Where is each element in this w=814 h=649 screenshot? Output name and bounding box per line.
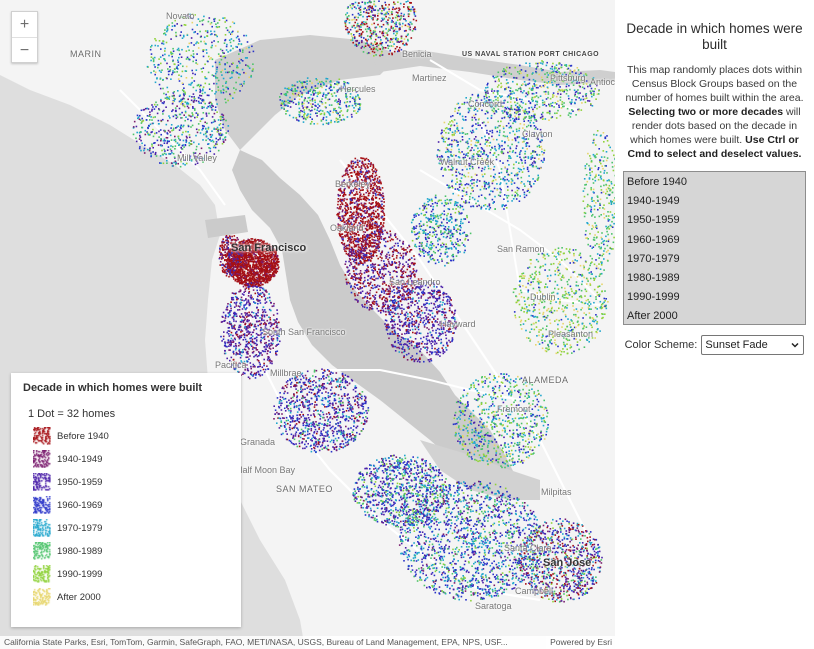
place-label-martinez: Martinez <box>412 73 447 83</box>
legend-swatch <box>33 519 51 537</box>
legend-item-label: Before 1940 <box>57 430 109 442</box>
place-label-san-ramon: San Ramon <box>497 244 545 254</box>
decade-option[interactable]: 1960-1969 <box>624 231 805 250</box>
place-label-clayton: Clayton <box>522 129 553 139</box>
map-view[interactable]: Novato MARIN Mill Valley San Francisco S… <box>0 0 615 649</box>
place-label-half-moon-bay: Half Moon Bay <box>236 465 296 475</box>
legend-item-label: 1970-1979 <box>57 522 103 534</box>
decade-option[interactable]: 1940-1949 <box>624 192 805 211</box>
map-legend: Decade in which homes were built 1 Dot =… <box>11 373 241 627</box>
legend-item: 1990-1999 <box>33 565 102 583</box>
color-scheme-value: Sunset Fade <box>705 339 768 351</box>
place-label-san-jose: San Jose <box>543 557 592 569</box>
place-label-hayward: Hayward <box>440 319 476 329</box>
decade-option[interactable]: Before 1940 <box>624 173 805 192</box>
place-label-granada: Granada <box>240 437 276 447</box>
attribution-text[interactable]: California State Parks, Esri, TomTom, Ga… <box>4 637 508 647</box>
place-label-dublin: Dublin <box>530 292 556 302</box>
legend-item-label: 1980-1989 <box>57 545 103 557</box>
legend-item: 1960-1969 <box>33 496 102 514</box>
legend-item-label: 1960-1969 <box>57 499 103 511</box>
legend-swatch <box>33 565 51 583</box>
panel-title: Decade in which homes were built <box>626 21 803 52</box>
legend-item-label: 1990-1999 <box>57 568 103 580</box>
decade-select-list[interactable]: Before 1940 1940-1949 1950-1959 1960-1969 19… <box>623 171 806 325</box>
legend-swatch <box>33 588 51 606</box>
place-label-san-leandro: San Leandro <box>389 277 441 287</box>
attribution-bar: California State Parks, Esri, TomTom, Ga… <box>0 636 615 649</box>
place-label-campbell: Campbell <box>515 586 554 596</box>
desc-text: This map randomly places dots within Cen… <box>625 64 804 104</box>
legend-item-label: 1940-1949 <box>57 453 103 465</box>
place-label-mill-valley: Mill Valley <box>177 153 217 163</box>
decade-option[interactable]: 1990-1999 <box>624 288 805 307</box>
legend-dot-value: 1 Dot = 32 homes <box>28 408 116 420</box>
place-label-benicia: Benicia <box>402 49 432 59</box>
place-label-berkeley: Berkeley <box>335 179 371 189</box>
place-label-san-mateo: SAN MATEO <box>276 484 333 494</box>
legend-item: Before 1940 <box>33 427 109 445</box>
legend-swatch <box>33 542 51 560</box>
side-panel: Decade in which homes were built This ma… <box>615 0 814 649</box>
place-label-walnut-creek: Walnut Creek <box>440 157 495 167</box>
decade-option[interactable]: 1970-1979 <box>624 250 805 269</box>
chevron-down-icon <box>791 342 799 348</box>
legend-swatch <box>33 473 51 491</box>
legend-item: 1970-1979 <box>33 519 102 537</box>
powered-by-esri[interactable]: Powered by Esri <box>546 636 612 649</box>
zoom-control: + − <box>11 11 38 63</box>
place-label-antioch: Antioch <box>590 77 615 87</box>
legend-item: 1950-1959 <box>33 473 102 491</box>
place-label-pleasanton: Pleasanton <box>548 329 594 339</box>
legend-swatch <box>33 496 51 514</box>
legend-swatch <box>33 427 51 445</box>
legend-item: 1940-1949 <box>33 450 102 468</box>
place-label-santa-clara: Santa Clara <box>504 543 552 553</box>
legend-item: After 2000 <box>33 588 101 606</box>
zoom-out-button[interactable]: − <box>12 37 37 62</box>
place-label-novato: Novato <box>166 11 195 21</box>
place-label-alameda: ALAMEDA <box>522 375 569 385</box>
place-label-pittsburg: Pittsburg <box>550 73 586 83</box>
place-label-milpitas: Milpitas <box>541 487 572 497</box>
place-label-saratoga: Saratoga <box>475 601 512 611</box>
place-label-pacifica: Pacifica <box>215 360 247 370</box>
place-label-marin: MARIN <box>70 49 102 59</box>
legend-title: Decade in which homes were built <box>23 382 203 394</box>
zoom-in-button[interactable]: + <box>12 12 37 37</box>
decade-option[interactable]: After 2000 <box>624 307 805 326</box>
decade-option[interactable]: 1980-1989 <box>624 269 805 288</box>
legend-swatch <box>33 450 51 468</box>
legend-item-label: After 2000 <box>57 591 101 603</box>
legend-item-label: 1950-1959 <box>57 476 103 488</box>
place-label-hercules: Hercules <box>340 84 376 94</box>
place-label-concord: Concord <box>468 99 503 109</box>
place-label-south-san-francisco: South San Francisco <box>262 327 346 337</box>
decade-option[interactable]: 1950-1959 <box>624 211 805 230</box>
legend-item: 1980-1989 <box>33 542 102 560</box>
place-label-san-francisco: San Francisco <box>231 242 307 254</box>
place-label-naval-station: US NAVAL STATION PORT CHICAGO <box>462 51 599 59</box>
place-label-oakland: Oakland <box>330 223 364 233</box>
desc-bold-text: Selecting two or more decades <box>628 106 784 118</box>
color-scheme-select[interactable]: Sunset Fade <box>701 335 805 355</box>
panel-description: This map randomly places dots within Cen… <box>623 63 806 161</box>
place-label-millbrae: Millbrae <box>270 368 302 378</box>
color-scheme-row: Color Scheme: Sunset Fade <box>623 335 806 355</box>
place-label-fremont: Fremont <box>497 404 531 414</box>
color-scheme-label: Color Scheme: <box>624 339 698 351</box>
